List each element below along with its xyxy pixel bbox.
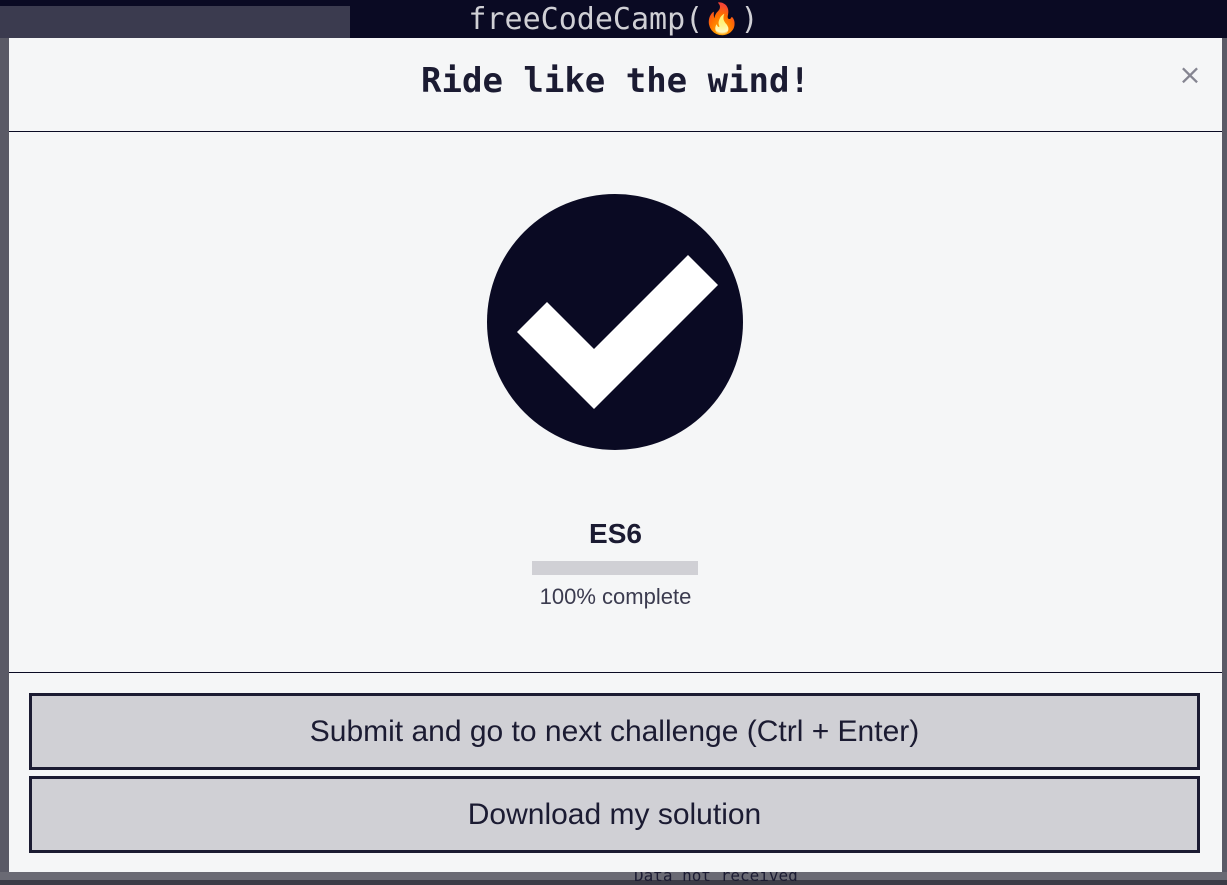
brand-logo[interactable]: freeCodeCamp(🔥) xyxy=(0,0,1227,40)
download-solution-button[interactable]: Download my solution xyxy=(29,776,1200,853)
check-circle-icon xyxy=(486,193,744,451)
progress-bar-fill xyxy=(532,561,698,575)
background-console: Data not received xyxy=(0,866,1227,885)
progress-label: 100% complete xyxy=(539,584,692,609)
modal-title: Ride like the wind! xyxy=(421,61,810,101)
modal-header: Ride like the wind! × xyxy=(9,38,1222,132)
background-panel-right xyxy=(1222,38,1227,880)
progress-bar xyxy=(532,561,698,575)
submit-next-challenge-button[interactable]: Submit and go to next challenge (Ctrl + … xyxy=(29,693,1200,770)
background-panel-left xyxy=(0,38,9,880)
block-name: ES6 xyxy=(589,518,642,549)
close-icon[interactable]: × xyxy=(1175,60,1205,90)
modal-body: ES6 100% complete xyxy=(9,132,1222,673)
completion-modal: Ride like the wind! × ES6 100% complete … xyxy=(9,38,1222,872)
top-navigation: freeCodeCamp(🔥) xyxy=(0,0,1227,38)
